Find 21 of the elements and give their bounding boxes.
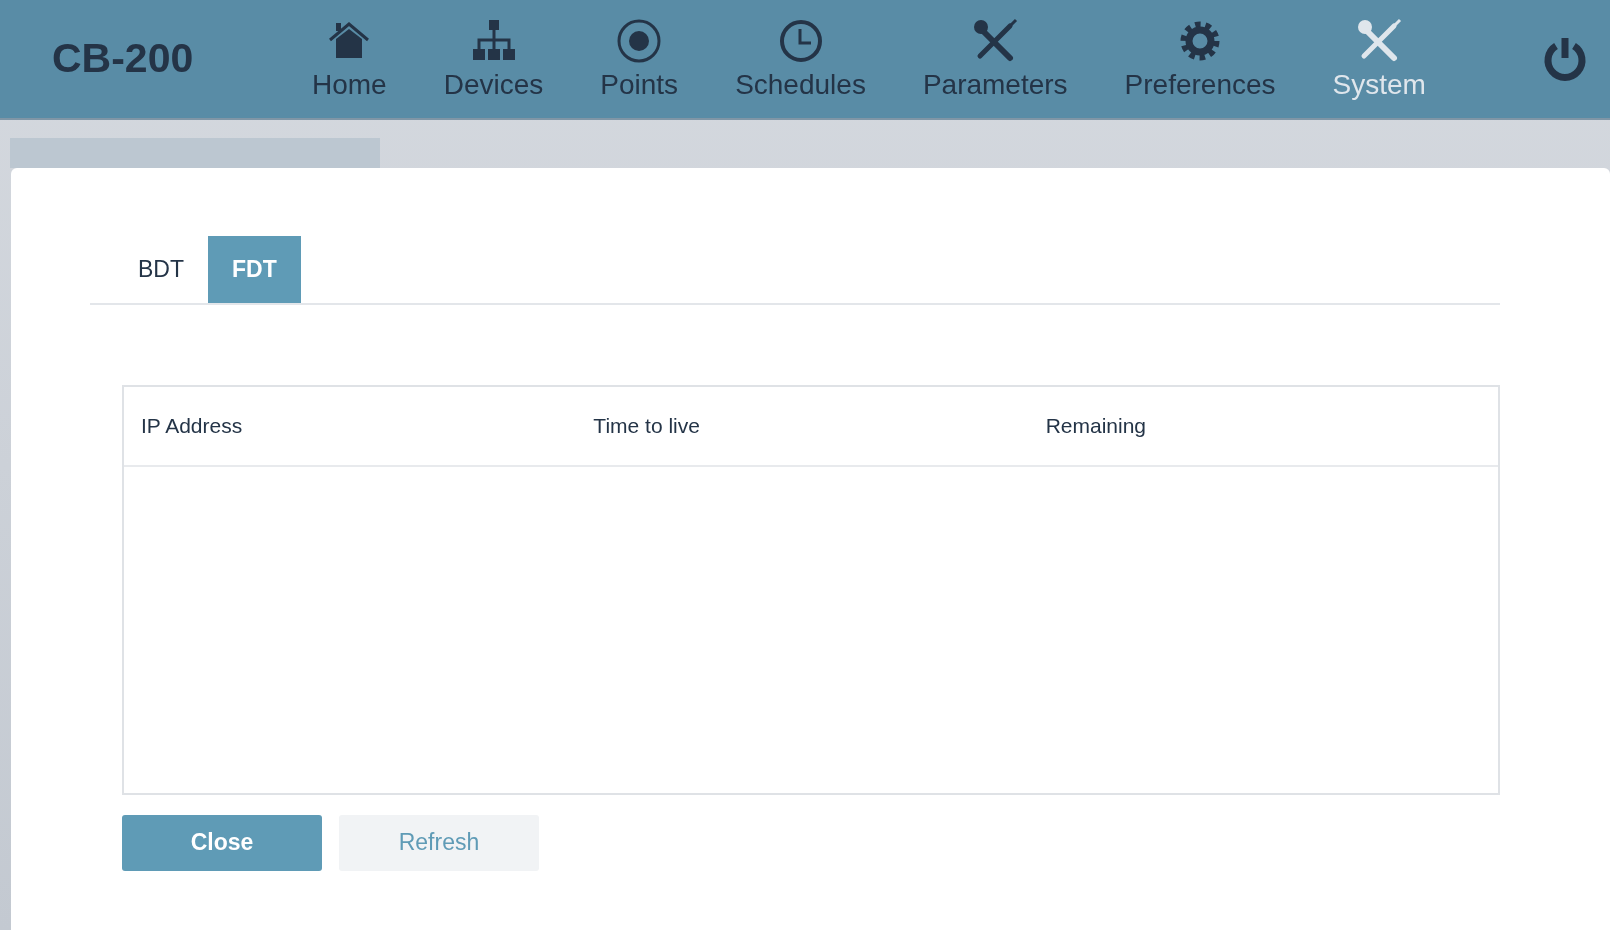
nav-item[interactable]: Points: [600, 17, 679, 101]
radio-icon: [616, 17, 663, 64]
nav-item[interactable]: Devices: [443, 17, 544, 101]
tab[interactable]: FDT: [208, 236, 301, 303]
power-icon: [1542, 36, 1588, 82]
nav-item[interactable]: System: [1332, 17, 1426, 101]
power-button[interactable]: [1542, 36, 1588, 82]
clock-icon: [777, 17, 824, 64]
refresh-button[interactable]: Refresh: [339, 814, 539, 871]
column-header: Remaining: [1045, 412, 1148, 439]
nav-item[interactable]: Preferences: [1124, 17, 1276, 101]
tools-icon: [972, 17, 1019, 64]
nav-item[interactable]: Parameters: [922, 17, 1068, 101]
app-title: CB-200: [52, 34, 195, 84]
tools-icon: [1356, 17, 1403, 64]
nav-item[interactable]: Home: [312, 17, 387, 101]
close-button[interactable]: Close: [122, 814, 322, 871]
column-header: Time to live: [593, 412, 701, 439]
nav-item[interactable]: Schedules: [735, 17, 866, 101]
tab[interactable]: BDT: [114, 236, 208, 303]
column-header: IP Address: [141, 412, 244, 439]
